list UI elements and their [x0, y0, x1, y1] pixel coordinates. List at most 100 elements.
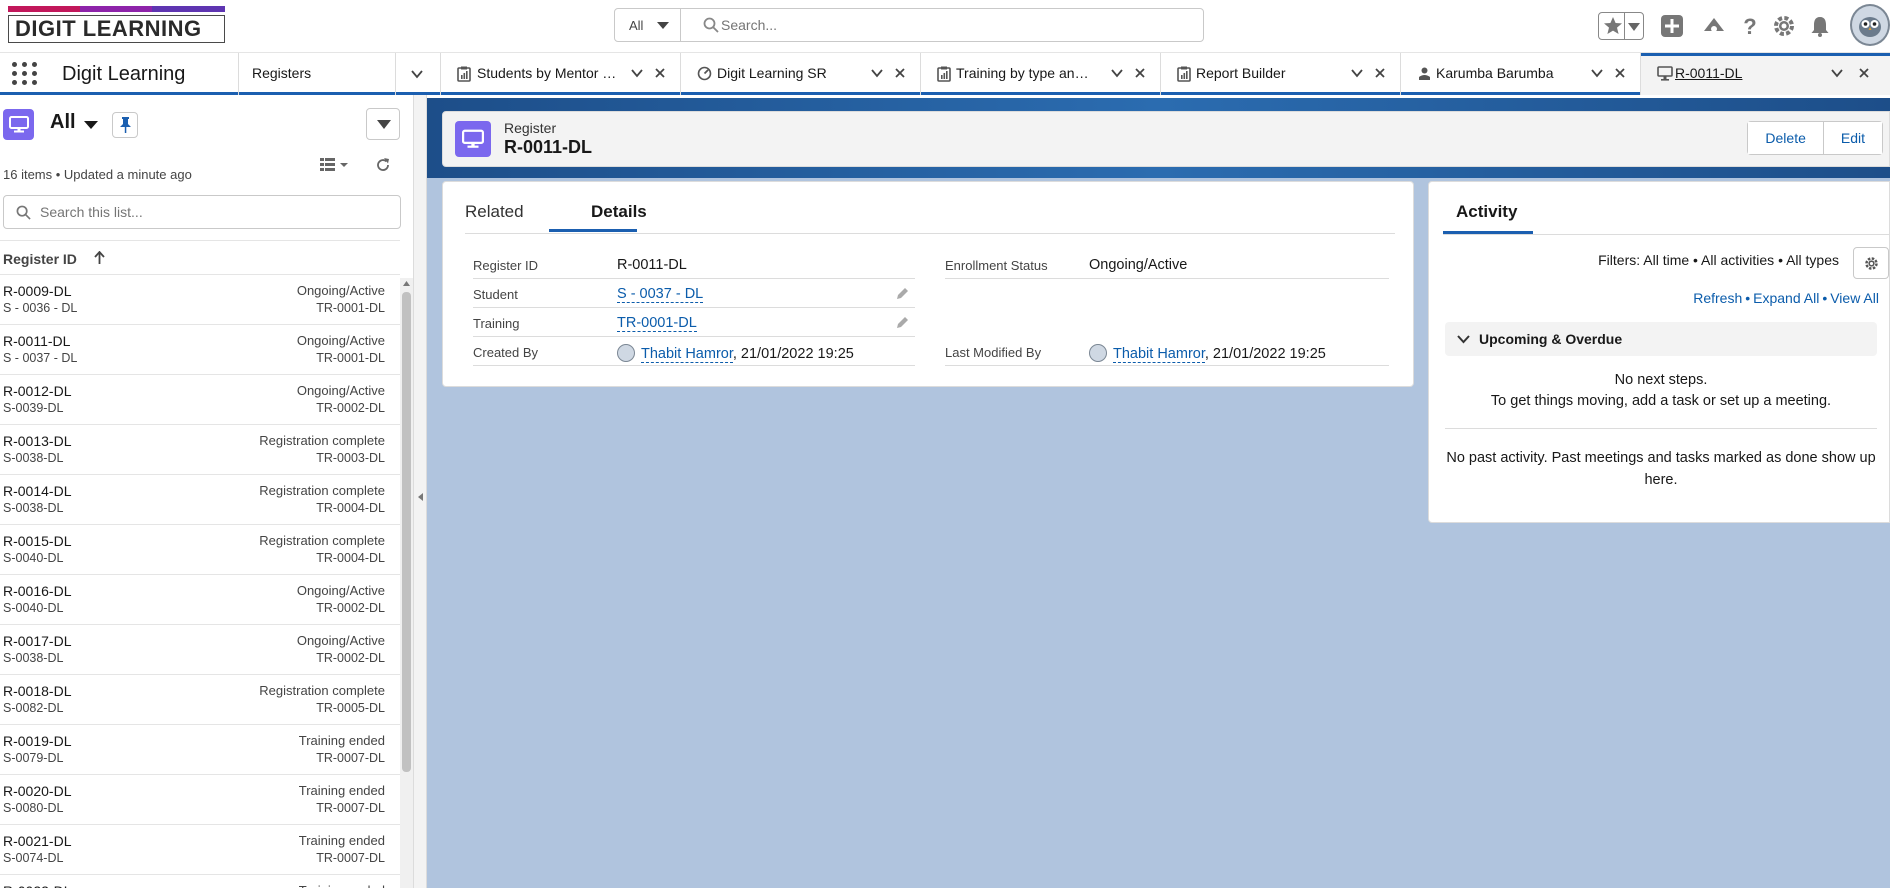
activity-settings-button[interactable] [1853, 247, 1889, 279]
list-actions-menu-button[interactable] [366, 108, 400, 140]
list-item-training: TR-0002-DL [316, 601, 385, 615]
chevron-down-icon[interactable] [631, 67, 643, 79]
app-launcher-icon[interactable] [12, 62, 38, 86]
list-item-status: Registration complete [259, 433, 385, 448]
collapse-left-icon[interactable] [418, 493, 423, 501]
list-item[interactable]: R-0011-DL S - 0037 - DL Ongoing/Active TR-0… [0, 325, 400, 375]
search-scope-dropdown[interactable]: All [615, 9, 681, 41]
pencil-icon[interactable] [896, 287, 909, 300]
list-item-id[interactable]: R-0014-DL [3, 483, 71, 499]
tab-r-0011-dl[interactable]: R-0011-DL [1641, 53, 1890, 95]
gear-icon[interactable] [1772, 14, 1796, 38]
list-item-id[interactable]: R-0017-DL [3, 633, 71, 649]
view-all-link[interactable]: View All [1830, 290, 1879, 306]
list-item-id[interactable]: R-0021-DL [3, 833, 71, 849]
list-item-id[interactable]: R-0015-DL [3, 533, 71, 549]
chevron-down-icon[interactable] [1111, 67, 1123, 79]
list-search-input[interactable] [40, 197, 390, 227]
tab-activity[interactable]: Activity [1456, 202, 1517, 222]
favorites-button[interactable] [1598, 12, 1644, 40]
list-item-status: Registration complete [259, 483, 385, 498]
tab-digit-learning-sr[interactable]: Digit Learning SR [681, 53, 920, 95]
chevron-down-icon[interactable] [410, 67, 424, 81]
close-icon[interactable] [654, 67, 666, 79]
bell-icon[interactable] [1808, 14, 1832, 38]
created-by-user-link[interactable]: Thabit Hamror [641, 346, 733, 363]
last-modified-user-link[interactable]: Thabit Hamror [1113, 346, 1205, 363]
tab-training-by-type[interactable]: Training by type and Status [921, 53, 1160, 95]
list-item-training: TR-0004-DL [316, 551, 385, 565]
tab-related[interactable]: Related [465, 202, 524, 222]
list-item[interactable]: R-0015-DL S-0040-DL Registration complete T… [0, 525, 400, 575]
chevron-down-icon[interactable] [1831, 67, 1843, 79]
list-scrollbar[interactable] [400, 278, 413, 888]
list-item-id[interactable]: R-0020-DL [3, 783, 71, 799]
field-training: Training TR-0001-DL [473, 309, 915, 337]
list-item-id[interactable]: R-0012-DL [3, 383, 71, 399]
list-item-id[interactable]: R-0018-DL [3, 683, 71, 699]
list-item[interactable]: R-0020-DL S-0080-DL Training ended TR-0007-… [0, 775, 400, 825]
trailhead-icon[interactable] [1702, 14, 1726, 38]
list-item[interactable]: R-0014-DL S-0038-DL Registration complete T… [0, 475, 400, 525]
close-icon[interactable] [1614, 67, 1626, 79]
list-item[interactable]: R-0019-DL S-0079-DL Training ended TR-0007-… [0, 725, 400, 775]
list-item[interactable]: R-0017-DL S-0038-DL Ongoing/Active TR-0002-… [0, 625, 400, 675]
display-as-table-icon[interactable] [320, 157, 350, 173]
list-item[interactable]: R-0009-DL S - 0036 - DL Ongoing/Active TR-0… [0, 275, 400, 325]
upcoming-overdue-section[interactable]: Upcoming & Overdue [1445, 322, 1877, 356]
list-item-id[interactable]: R-0009-DL [3, 283, 71, 299]
list-item[interactable]: R-0022-DL Training ended [0, 875, 400, 888]
tab-students-by-mentor[interactable]: Students by Mentor and Gender [441, 53, 680, 95]
created-by-date: , 21/01/2022 19:25 [732, 346, 854, 362]
panel-splitter[interactable] [413, 95, 427, 888]
list-item[interactable]: R-0018-DL S-0082-DL Registration complete T… [0, 675, 400, 725]
list-item-student: S - 0036 - DL [3, 301, 78, 315]
field-register-id: Register ID R-0011-DL [473, 251, 915, 279]
training-link[interactable]: TR-0001-DL [617, 315, 697, 332]
pencil-icon[interactable] [896, 316, 909, 329]
help-icon[interactable]: ? [1738, 14, 1762, 38]
list-item-id[interactable]: R-0016-DL [3, 583, 71, 599]
chevron-down-icon[interactable] [871, 67, 883, 79]
close-icon[interactable] [894, 67, 906, 79]
record-header: Register R-0011-DL Delete Edit [442, 111, 1890, 167]
list-item-id[interactable]: R-0011-DL [3, 333, 70, 349]
expand-all-link[interactable]: Expand All [1753, 290, 1819, 306]
list-item-id[interactable]: R-0022-DL [3, 883, 71, 888]
digit-learning-logo[interactable]: DIGIT LEARNING [8, 6, 225, 46]
tab-report-builder[interactable]: Report Builder [1161, 53, 1400, 95]
list-item-training: TR-0002-DL [316, 651, 385, 665]
refresh-link[interactable]: Refresh [1693, 290, 1742, 306]
chevron-down-icon[interactable] [1351, 67, 1363, 79]
refresh-icon[interactable] [375, 157, 391, 173]
global-create-icon[interactable] [1660, 14, 1684, 38]
tab-details[interactable]: Details [591, 202, 647, 222]
list-item[interactable]: R-0016-DL S-0040-DL Ongoing/Active TR-0002-… [0, 575, 400, 625]
list-search [3, 195, 401, 229]
list-item-status: Registration complete [259, 533, 385, 548]
close-icon[interactable] [1374, 67, 1386, 79]
search-input[interactable] [721, 10, 1181, 40]
list-view-title[interactable]: All [50, 111, 76, 134]
list-item-id[interactable]: R-0019-DL [3, 733, 71, 749]
close-icon[interactable] [1858, 67, 1870, 79]
list-item-id[interactable]: R-0013-DL [3, 433, 71, 449]
list-item[interactable]: R-0013-DL S-0038-DL Registration complete T… [0, 425, 400, 475]
chevron-down-icon[interactable] [1591, 67, 1603, 79]
user-avatar[interactable] [1850, 4, 1890, 46]
delete-button[interactable]: Delete [1748, 122, 1823, 154]
list-item-training: TR-0001-DL [316, 351, 385, 365]
chevron-down-icon[interactable] [84, 121, 98, 129]
list-item-status: Ongoing/Active [296, 583, 385, 598]
list-item[interactable]: R-0021-DL S-0074-DL Training ended TR-0007-… [0, 825, 400, 875]
scroll-thumb[interactable] [402, 292, 411, 772]
edit-button[interactable]: Edit [1822, 122, 1882, 154]
close-icon[interactable] [1134, 67, 1146, 79]
gear-icon [1865, 257, 1878, 270]
column-header-register-id[interactable]: Register ID [0, 240, 400, 275]
tab-karumba-barumba[interactable]: Karumba Barumba [1401, 53, 1640, 95]
list-item[interactable]: R-0012-DL S-0039-DL Ongoing/Active TR-0002-… [0, 375, 400, 425]
student-link[interactable]: S - 0037 - DL [617, 286, 704, 303]
field-student: Student S - 0037 - DL [473, 280, 915, 308]
pin-list-button[interactable] [112, 112, 138, 138]
